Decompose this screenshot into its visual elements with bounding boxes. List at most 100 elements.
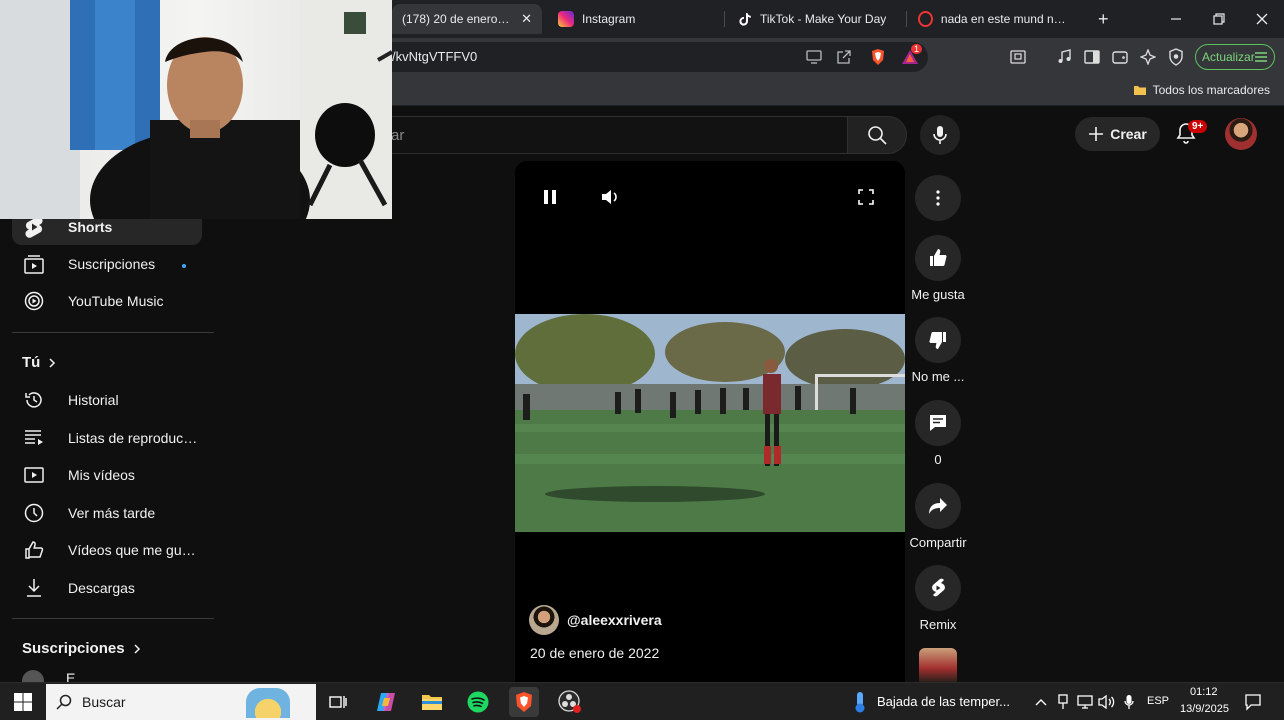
sidebar-item-subscription-partial[interactable]: E — [12, 670, 202, 682]
subscriptions-section-heading[interactable]: Suscripciones — [22, 640, 141, 657]
new-tab-button[interactable]: + — [1088, 4, 1118, 34]
reader-mode-icon[interactable] — [1008, 47, 1028, 67]
create-label: Crear — [1110, 126, 1147, 142]
all-bookmarks-button[interactable]: Todos los marcadores — [1133, 83, 1270, 97]
sidebar-item-label: Vídeos que me gustan — [68, 542, 198, 558]
spotify-icon[interactable] — [463, 687, 493, 717]
history-icon — [22, 388, 46, 412]
original-sound-thumbnail[interactable] — [919, 648, 957, 682]
remix-button[interactable]: Remix — [915, 565, 961, 632]
like-label: Me gusta — [911, 287, 965, 302]
copilot-icon[interactable] — [371, 687, 401, 717]
tab-youtube[interactable]: (178) 20 de enero de 2022 ✕ — [392, 4, 542, 34]
sidebar-item-playlists[interactable]: Listas de reproducción — [12, 420, 202, 456]
sidebar-item-label: YouTube Music — [68, 293, 164, 309]
brave-browser-icon[interactable] — [509, 687, 539, 717]
comments-count: 0 — [934, 452, 942, 467]
obs-recording-icon[interactable] — [555, 687, 585, 717]
close-tab-icon[interactable]: ✕ — [521, 11, 532, 27]
vpn-shield-icon[interactable] — [1166, 47, 1186, 67]
sidebar-item-liked-videos[interactable]: Vídeos que me gustan — [12, 532, 202, 568]
youtube-tab-icon — [918, 11, 933, 27]
wallet-icon[interactable] — [1110, 47, 1130, 67]
new-content-dot — [182, 264, 186, 268]
channel-row[interactable]: @aleexxrivera — [529, 605, 662, 635]
tab-title: Instagram — [582, 12, 636, 26]
tab-title: TikTok - Make Your Day — [760, 12, 887, 26]
notification-center-icon[interactable] — [1238, 687, 1268, 717]
weather-text[interactable]: Bajada de las temper... — [877, 694, 1010, 709]
search-placeholder: ar — [391, 127, 405, 144]
sidebar-item-label: Ver más tarde — [68, 505, 156, 521]
search-button[interactable] — [847, 116, 907, 154]
more-vert-icon — [915, 175, 961, 221]
subscriptions-heading-label: Suscripciones — [22, 640, 125, 657]
sidebar-toggle-icon[interactable] — [1082, 47, 1102, 67]
channel-avatar[interactable] — [529, 605, 559, 635]
subscription-avatar — [22, 670, 44, 682]
task-view-icon[interactable] — [323, 687, 353, 717]
more-options-button[interactable] — [915, 175, 961, 221]
channel-name[interactable]: @aleexxrivera — [567, 612, 662, 628]
windows-start-icon[interactable] — [8, 687, 38, 717]
thumbs-up-icon — [915, 235, 961, 281]
subscriptions-icon — [22, 252, 46, 276]
media-music-icon[interactable] — [1054, 47, 1074, 67]
sidebar: Shorts Suscripciones YouTube Music Tú Hi… — [0, 162, 228, 682]
share-button[interactable]: Compartir — [909, 483, 967, 550]
update-browser-button[interactable]: Actualizar — [1195, 44, 1275, 70]
sidebar-item-my-videos[interactable]: Mis vídeos — [12, 457, 202, 493]
like-button[interactable]: Me gusta — [911, 235, 965, 302]
dislike-label: No me ... — [911, 369, 965, 384]
tiktok-icon — [738, 12, 752, 26]
account-avatar[interactable] — [1225, 118, 1257, 150]
notification-count-badge: 9+ — [1188, 120, 1208, 133]
video-frame[interactable] — [515, 314, 905, 532]
comments-button[interactable]: 0 — [915, 400, 961, 467]
url-field[interactable]: /kvNtgVTFFV0 1 — [380, 42, 928, 72]
voice-search-button[interactable] — [920, 115, 960, 155]
tab-tiktok[interactable]: TikTok - Make Your Day — [728, 4, 900, 34]
cast-icon[interactable] — [804, 47, 824, 67]
restore-icon[interactable] — [1208, 8, 1230, 30]
sidebar-item-watch-later[interactable]: Ver más tarde — [12, 495, 202, 531]
search-input[interactable]: ar — [380, 116, 848, 154]
pause-icon[interactable] — [543, 189, 557, 205]
sidebar-item-history[interactable]: Historial — [12, 382, 202, 418]
shorts-player[interactable]: @aleexxrivera 20 de enero de 2022 — [515, 161, 905, 683]
create-button[interactable]: Crear — [1075, 117, 1160, 151]
clock-date[interactable]: 13/9/2025 — [1180, 703, 1229, 715]
chevron-right-icon — [133, 643, 141, 655]
fullscreen-icon[interactable] — [858, 189, 874, 205]
brave-shields-icon[interactable] — [868, 47, 888, 67]
tab-separator — [724, 11, 725, 27]
leo-ai-icon[interactable] — [1138, 47, 1158, 67]
minimize-icon[interactable] — [1165, 8, 1187, 30]
watch-later-icon — [22, 501, 46, 525]
dislike-button[interactable]: No me ... — [912, 317, 964, 384]
sidebar-item-youtube-music[interactable]: YouTube Music — [12, 283, 202, 319]
close-window-icon[interactable] — [1251, 8, 1273, 30]
comment-icon — [915, 400, 961, 446]
tab-separator — [906, 11, 907, 27]
share-page-icon[interactable] — [834, 47, 854, 67]
you-section-heading[interactable]: Tú — [22, 354, 56, 371]
my-videos-icon — [22, 463, 46, 487]
instagram-icon — [558, 11, 574, 27]
tab-youtube-2[interactable]: nada en este mund nos pu — [908, 4, 1080, 34]
input-language[interactable]: ESP — [1147, 695, 1169, 707]
sidebar-item-label: Suscripciones — [68, 256, 156, 272]
microphone-tray-icon[interactable] — [1114, 687, 1144, 717]
sidebar-item-subscriptions[interactable]: Suscripciones — [12, 246, 202, 282]
file-explorer-icon[interactable] — [417, 687, 447, 717]
video-title: 20 de enero de 2022 — [530, 645, 660, 661]
volume-icon[interactable] — [601, 189, 619, 205]
weather-thermometer-icon[interactable] — [845, 687, 875, 717]
sidebar-item-downloads[interactable]: Descargas — [12, 570, 202, 606]
tab-instagram[interactable]: Instagram — [548, 4, 718, 34]
sidebar-item-label: Mis vídeos — [68, 467, 135, 483]
microphone-icon — [932, 125, 948, 145]
taskbar-search-box[interactable]: Buscar — [46, 684, 316, 720]
clock-time[interactable]: 01:12 — [1190, 686, 1218, 698]
folder-icon — [1133, 84, 1147, 96]
